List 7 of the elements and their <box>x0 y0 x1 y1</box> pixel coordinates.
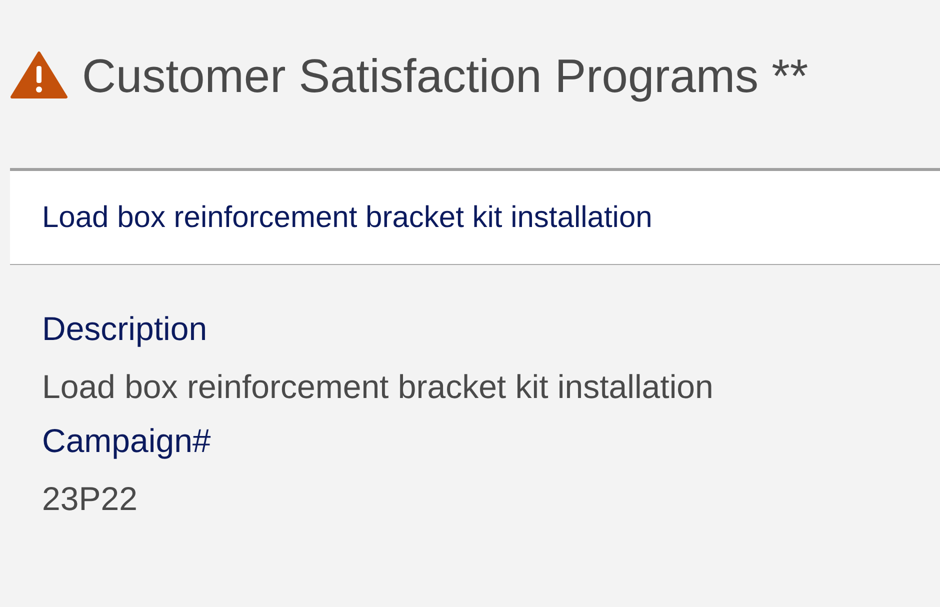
field-label: Description <box>42 309 208 349</box>
field-label: Campaign# <box>42 421 212 461</box>
field-value: Load box reinforcement bracket kit installation <box>42 367 714 407</box>
field-value: 23P22 <box>42 479 138 519</box>
program-row[interactable]: Load box reinforcement bracket kit installation <box>10 168 940 265</box>
section-title: Customer Satisfaction Programs ** <box>82 48 808 102</box>
program-name: Load box reinforcement bracket kit installation <box>42 200 652 234</box>
